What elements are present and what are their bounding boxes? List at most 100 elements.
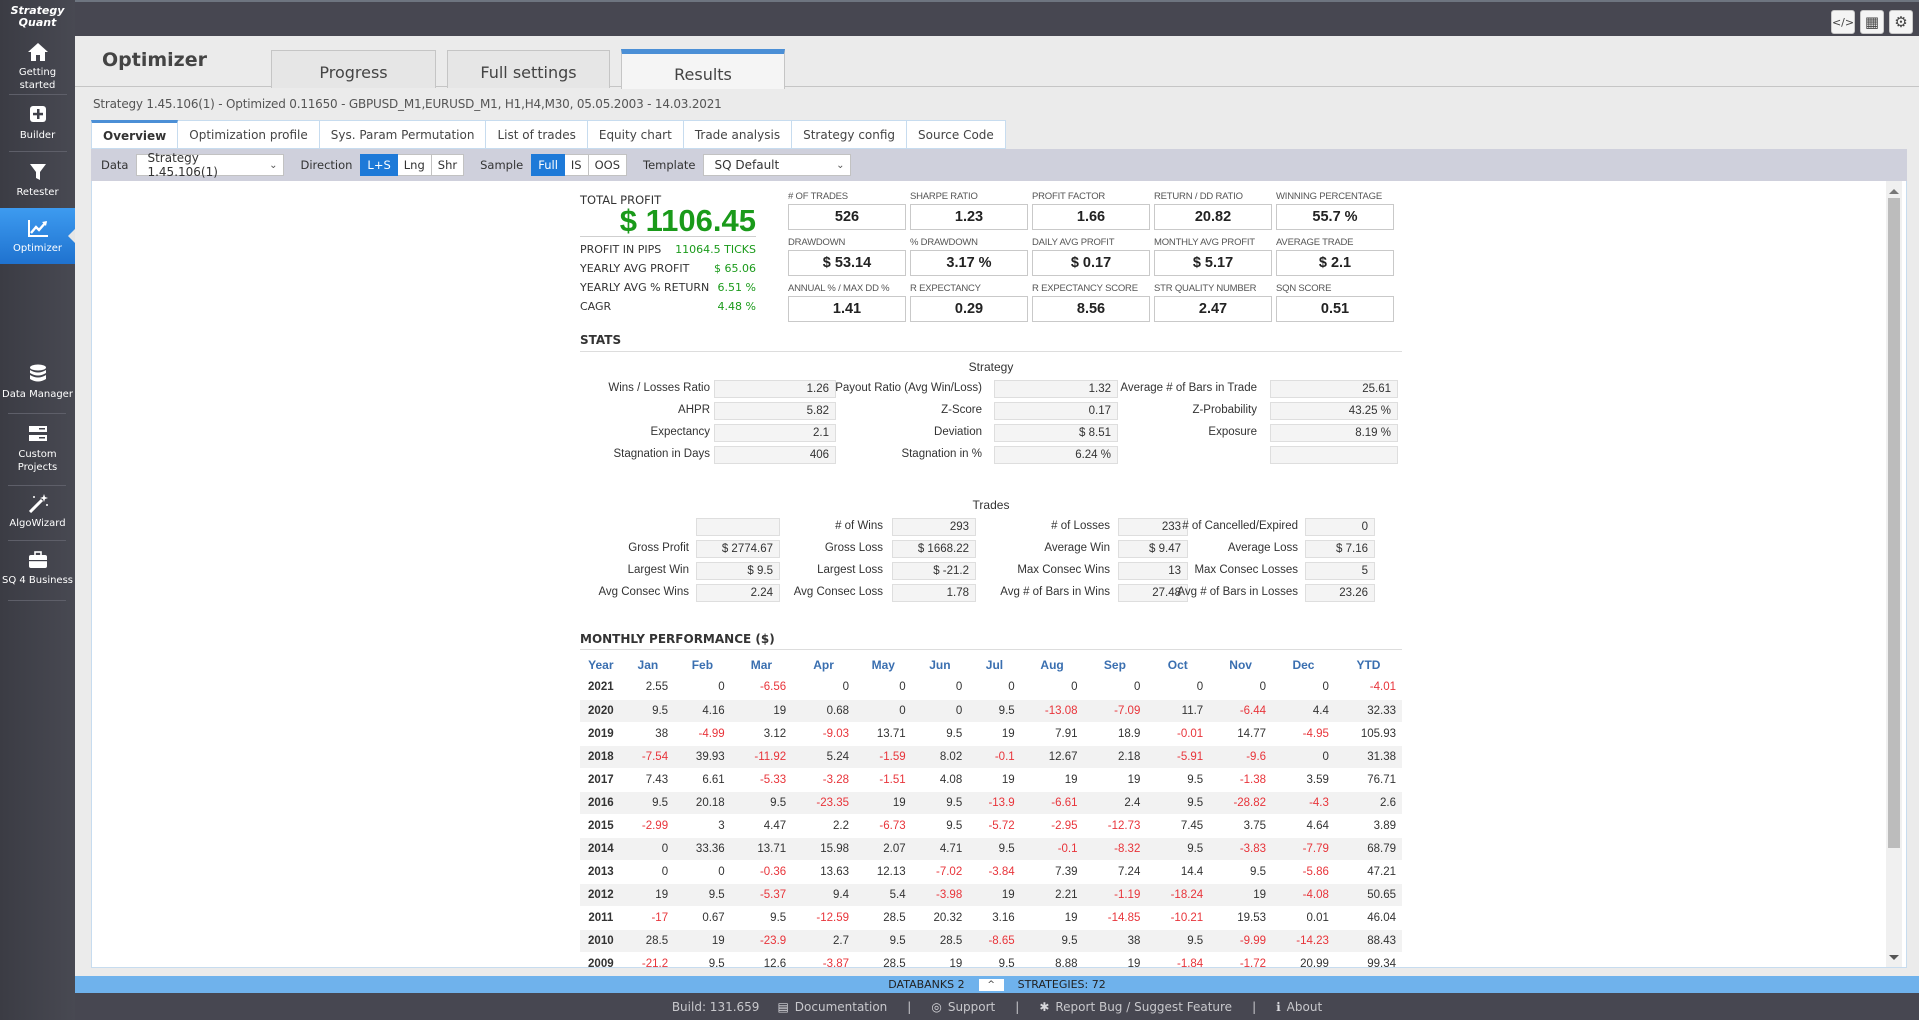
sidebar-item-optimizer[interactable]: Optimizer: [0, 208, 75, 264]
sample-option-oos[interactable]: OOS: [588, 154, 627, 176]
data-select[interactable]: Strategy 1.45.106(1) ⌄: [136, 151, 285, 179]
column-header-may[interactable]: May: [855, 653, 912, 676]
column-header-jul[interactable]: Jul: [968, 653, 1020, 676]
subtab-trade-analysis[interactable]: Trade analysis: [683, 120, 793, 149]
sample-option-full[interactable]: Full: [531, 154, 565, 176]
month-value-cell: 11.7: [1146, 699, 1210, 723]
month-value-cell: 14.4: [1146, 860, 1210, 884]
sidebar-item-data-manager[interactable]: Data Manager: [0, 364, 75, 424]
subtab-equity-chart[interactable]: Equity chart: [587, 120, 684, 149]
column-header-feb[interactable]: Feb: [674, 653, 731, 676]
month-value-cell: -1.19: [1083, 883, 1147, 907]
month-value-cell: 19: [1020, 906, 1084, 930]
about-link[interactable]: ℹ About: [1276, 1000, 1322, 1014]
table-row[interactable]: 2015 -2.99 3 4.47 2.2 -6.73 9.5 -5.72 -2.95 -12.7…: [580, 814, 1402, 838]
column-header-nov[interactable]: Nov: [1209, 653, 1272, 676]
metric-card: SHARPE RATIO 1.23: [910, 191, 1028, 230]
subtab-sys-param-permutation[interactable]: Sys. Param Permutation: [319, 120, 487, 149]
tab-full-settings[interactable]: Full settings: [447, 50, 610, 88]
overview-panel: TOTAL PROFIT $ 1106.45 PROFIT IN PIPS 110…: [91, 181, 1907, 968]
month-value-cell: 3: [674, 814, 731, 838]
month-value-cell: 19: [968, 768, 1021, 792]
documentation-link[interactable]: ▤ Documentation: [777, 1000, 887, 1014]
scroll-up-arrow-icon[interactable]: [1889, 184, 1899, 194]
metric-label: WINNING PERCENTAGE: [1276, 191, 1383, 202]
table-row[interactable]: 2021 2.55 0 -6.56 0 0 0 0 0 0 0 0 0 -4.01: [580, 676, 1402, 700]
vertical-scrollbar[interactable]: [1886, 181, 1902, 967]
month-value-cell: -12.73: [1083, 814, 1147, 838]
table-row[interactable]: 2013 0 0 -0.36 13.63 12.13 -7.02 -3.84 7.39 7.24 1…: [580, 860, 1402, 884]
subtab-list-of-trades[interactable]: List of trades: [486, 120, 588, 149]
column-header-year[interactable]: Year: [580, 653, 622, 676]
month-value-cell: -5.72: [968, 814, 1021, 838]
sidebar-item-custom-projects[interactable]: Custom Projects: [0, 424, 75, 484]
table-row[interactable]: 2018 -7.54 39.93 -11.92 5.24 -1.59 8.02 -0.1 12.…: [580, 745, 1402, 769]
subtab-overview[interactable]: Overview: [91, 120, 179, 149]
databank-toggle-button[interactable]: ^: [978, 978, 1004, 991]
month-value-cell: 9.5: [911, 814, 969, 838]
direction-option-long[interactable]: Lng: [397, 154, 432, 176]
summary-row: YEARLY AVG PROFIT $ 65.06: [580, 262, 756, 275]
month-value-cell: -4.01: [1334, 676, 1402, 700]
table-row[interactable]: 2011 -17 0.67 9.5 -12.59 28.5 20.32 3.16 19 -14.8…: [580, 906, 1402, 930]
sidebar-item-retester[interactable]: Retester: [0, 152, 75, 208]
subtab-source-code[interactable]: Source Code: [907, 120, 1006, 149]
scroll-down-arrow-icon[interactable]: [1889, 955, 1899, 965]
metric-label: PROFIT FACTOR: [1032, 191, 1106, 202]
sample-option-is[interactable]: IS: [564, 154, 589, 176]
tab-results[interactable]: Results: [621, 49, 785, 89]
column-header-dec[interactable]: Dec: [1272, 653, 1335, 676]
table-row[interactable]: 2014 0 33.36 13.71 15.98 2.07 4.71 9.5 -0.1 -8.32…: [580, 837, 1402, 861]
table-row[interactable]: 2020 9.5 4.16 19 0.68 0 0 9.5 -13.08 -7.09 11.7 -6.…: [580, 699, 1402, 723]
subtab-strategy-config[interactable]: Strategy config: [792, 120, 908, 149]
code-view-button[interactable]: </>: [1831, 10, 1855, 34]
metric-label: AVERAGE TRADE: [1276, 237, 1354, 248]
stat-value: $ 1668.22: [892, 540, 976, 558]
month-value-cell: 2.4: [1083, 791, 1147, 815]
month-value-cell: 19: [674, 929, 731, 953]
month-value-cell: -1.59: [855, 745, 912, 769]
month-value-cell: 4.64: [1272, 814, 1335, 838]
month-value-cell: 19: [1020, 768, 1084, 792]
year-cell: 2018: [580, 745, 622, 769]
report-bug-link[interactable]: ✱ Report Bug / Suggest Feature: [1039, 1000, 1232, 1014]
column-header-oct[interactable]: Oct: [1146, 653, 1209, 676]
month-value-cell: 3.59: [1272, 768, 1335, 792]
direction-option-ls[interactable]: L+S: [360, 154, 398, 176]
table-row[interactable]: 2009 -21.2 9.5 12.6 -3.87 28.5 19 9.5 8.88 19 -1.8…: [580, 952, 1402, 967]
table-row[interactable]: 2019 38 -4.99 3.12 -9.03 13.71 9.5 19 7.91 18.9 -0…: [580, 722, 1402, 746]
column-header-aug[interactable]: Aug: [1021, 653, 1084, 676]
sidebar-item-sq4-business[interactable]: SQ 4 Business: [0, 550, 75, 602]
sidebar-item-builder[interactable]: Builder: [0, 95, 75, 151]
layout-button[interactable]: ▦: [1860, 10, 1884, 34]
table-row[interactable]: 2016 9.5 20.18 9.5 -23.35 19 9.5 -13.9 -6.61 2.4 9…: [580, 791, 1402, 815]
stat-value: 2.1: [714, 424, 836, 442]
column-header-jun[interactable]: Jun: [912, 653, 969, 676]
column-header-apr[interactable]: Apr: [792, 653, 855, 676]
column-header-mar[interactable]: Mar: [731, 653, 792, 676]
column-header-ytd[interactable]: YTD: [1335, 653, 1402, 676]
sidebar-item-label: Getting started: [18, 67, 57, 91]
direction-option-short[interactable]: Shr: [431, 154, 465, 176]
month-value-cell: 12.67: [1020, 745, 1084, 769]
metric-value: 2.47: [1154, 296, 1272, 322]
sidebar-item-algowizard[interactable]: AlgoWizard: [0, 493, 75, 545]
strategyquant-logo[interactable]: Strategy Quant: [0, 0, 75, 36]
support-link[interactable]: ◎ Support: [931, 1000, 995, 1014]
table-row[interactable]: 2010 28.5 19 -23.9 2.7 9.5 28.5 -8.65 9.5 38 9.5 -9…: [580, 929, 1402, 953]
scrollbar-thumb[interactable]: [1888, 198, 1900, 848]
month-value-cell: -21.2: [621, 952, 675, 967]
magic-wand-icon: [28, 494, 48, 513]
column-header-sep[interactable]: Sep: [1084, 653, 1147, 676]
column-header-jan[interactable]: Jan: [622, 653, 674, 676]
template-select[interactable]: SQ Default ⌄: [703, 154, 852, 176]
table-row[interactable]: 2012 19 9.5 -5.37 9.4 5.4 -3.98 19 2.21 -1.19 -18.…: [580, 883, 1402, 907]
tab-progress[interactable]: Progress: [271, 50, 436, 88]
month-value-cell: 9.5: [968, 837, 1021, 861]
settings-button[interactable]: ⚙: [1889, 10, 1913, 34]
subtab-optimization-profile[interactable]: Optimization profile: [178, 120, 320, 149]
sidebar-item-getting-started[interactable]: Getting started: [0, 36, 75, 94]
metric-value: 1.23: [910, 204, 1028, 230]
metric-value: 3.17 %: [910, 250, 1028, 276]
table-row[interactable]: 2017 7.43 6.61 -5.33 -3.28 -1.51 4.08 19 19 19 9.5…: [580, 768, 1402, 792]
